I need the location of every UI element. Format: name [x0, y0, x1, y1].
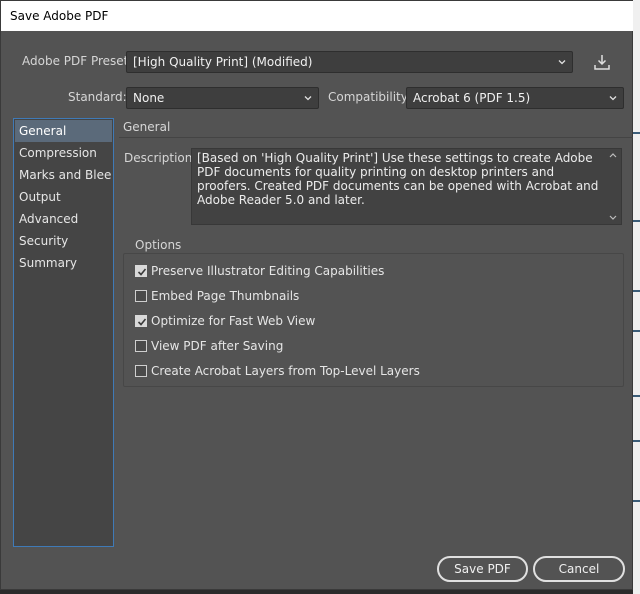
save-preset-icon[interactable]	[591, 51, 613, 73]
compatibility-dropdown[interactable]: Acrobat 6 (PDF 1.5)	[406, 87, 624, 109]
option-acrobat-layers[interactable]: Create Acrobat Layers from Top-Level Lay…	[135, 362, 420, 380]
background-divider	[633, 330, 640, 332]
window-title: Save Adobe PDF	[1, 1, 634, 31]
background-divider	[633, 132, 640, 134]
standard-dropdown[interactable]: None	[126, 87, 319, 109]
sidebar-item-summary[interactable]: Summary	[15, 252, 112, 274]
background-divider	[633, 220, 640, 222]
description-textarea[interactable]: [Based on 'High Quality Print'] Use thes…	[191, 148, 622, 225]
background-divider	[633, 290, 640, 292]
option-embed-thumbnails[interactable]: Embed Page Thumbnails	[135, 287, 299, 305]
panel-title: General	[123, 120, 171, 134]
option-preserve-editing[interactable]: Preserve Illustrator Editing Capabilitie…	[135, 262, 384, 280]
background-divider	[633, 440, 640, 442]
sidebar-item-general[interactable]: General	[15, 120, 112, 142]
cancel-button[interactable]: Cancel	[533, 556, 625, 582]
option-view-after-saving[interactable]: View PDF after Saving	[135, 337, 283, 355]
option-label: Embed Page Thumbnails	[151, 289, 300, 303]
standard-value: None	[133, 91, 165, 105]
option-label: View PDF after Saving	[151, 339, 284, 353]
chevron-down-icon	[304, 96, 312, 101]
background-divider	[633, 395, 640, 397]
compatibility-label: Compatibility:	[328, 90, 412, 104]
sidebar-item-compression[interactable]: Compression	[15, 142, 112, 164]
option-label: Create Acrobat Layers from Top-Level Lay…	[151, 364, 420, 378]
save-adobe-pdf-dialog: Save Adobe PDF Adobe PDF Preset: [High Q…	[0, 0, 634, 590]
chevron-down-icon	[558, 60, 566, 65]
description-text: [Based on 'High Quality Print'] Use thes…	[197, 151, 599, 207]
checkbox-unchecked[interactable]	[135, 290, 147, 302]
chevron-down-icon	[609, 96, 617, 101]
preset-value: [High Quality Print] (Modified)	[133, 55, 313, 69]
checkbox-checked[interactable]	[135, 265, 147, 277]
preset-label: Adobe PDF Preset:	[22, 54, 133, 68]
background-divider	[633, 500, 640, 502]
sidebar-item-advanced[interactable]: Advanced	[15, 208, 112, 230]
panel-header: General	[119, 118, 634, 138]
save-pdf-button[interactable]: Save PDF	[437, 556, 528, 582]
sidebar-item-security[interactable]: Security	[15, 230, 112, 252]
option-label: Preserve Illustrator Editing Capabilitie…	[151, 264, 385, 278]
option-fast-web-view[interactable]: Optimize for Fast Web View	[135, 312, 315, 330]
compatibility-value: Acrobat 6 (PDF 1.5)	[413, 91, 531, 105]
options-title: Options	[132, 238, 185, 252]
scrollbar[interactable]	[607, 151, 619, 222]
checkbox-unchecked[interactable]	[135, 365, 147, 377]
checkbox-checked[interactable]	[135, 315, 147, 327]
sidebar-item-output[interactable]: Output	[15, 186, 112, 208]
standard-label: Standard:	[68, 90, 127, 104]
option-label: Optimize for Fast Web View	[151, 314, 316, 328]
sidebar-item-marks-and-bleeds[interactable]: Marks and Bleeds	[15, 164, 112, 186]
background-window-edge	[633, 0, 640, 594]
category-sidebar: General Compression Marks and Bleeds Out…	[13, 118, 114, 547]
checkbox-unchecked[interactable]	[135, 340, 147, 352]
description-label: Description:	[124, 151, 197, 165]
preset-dropdown[interactable]: [High Quality Print] (Modified)	[126, 51, 573, 73]
